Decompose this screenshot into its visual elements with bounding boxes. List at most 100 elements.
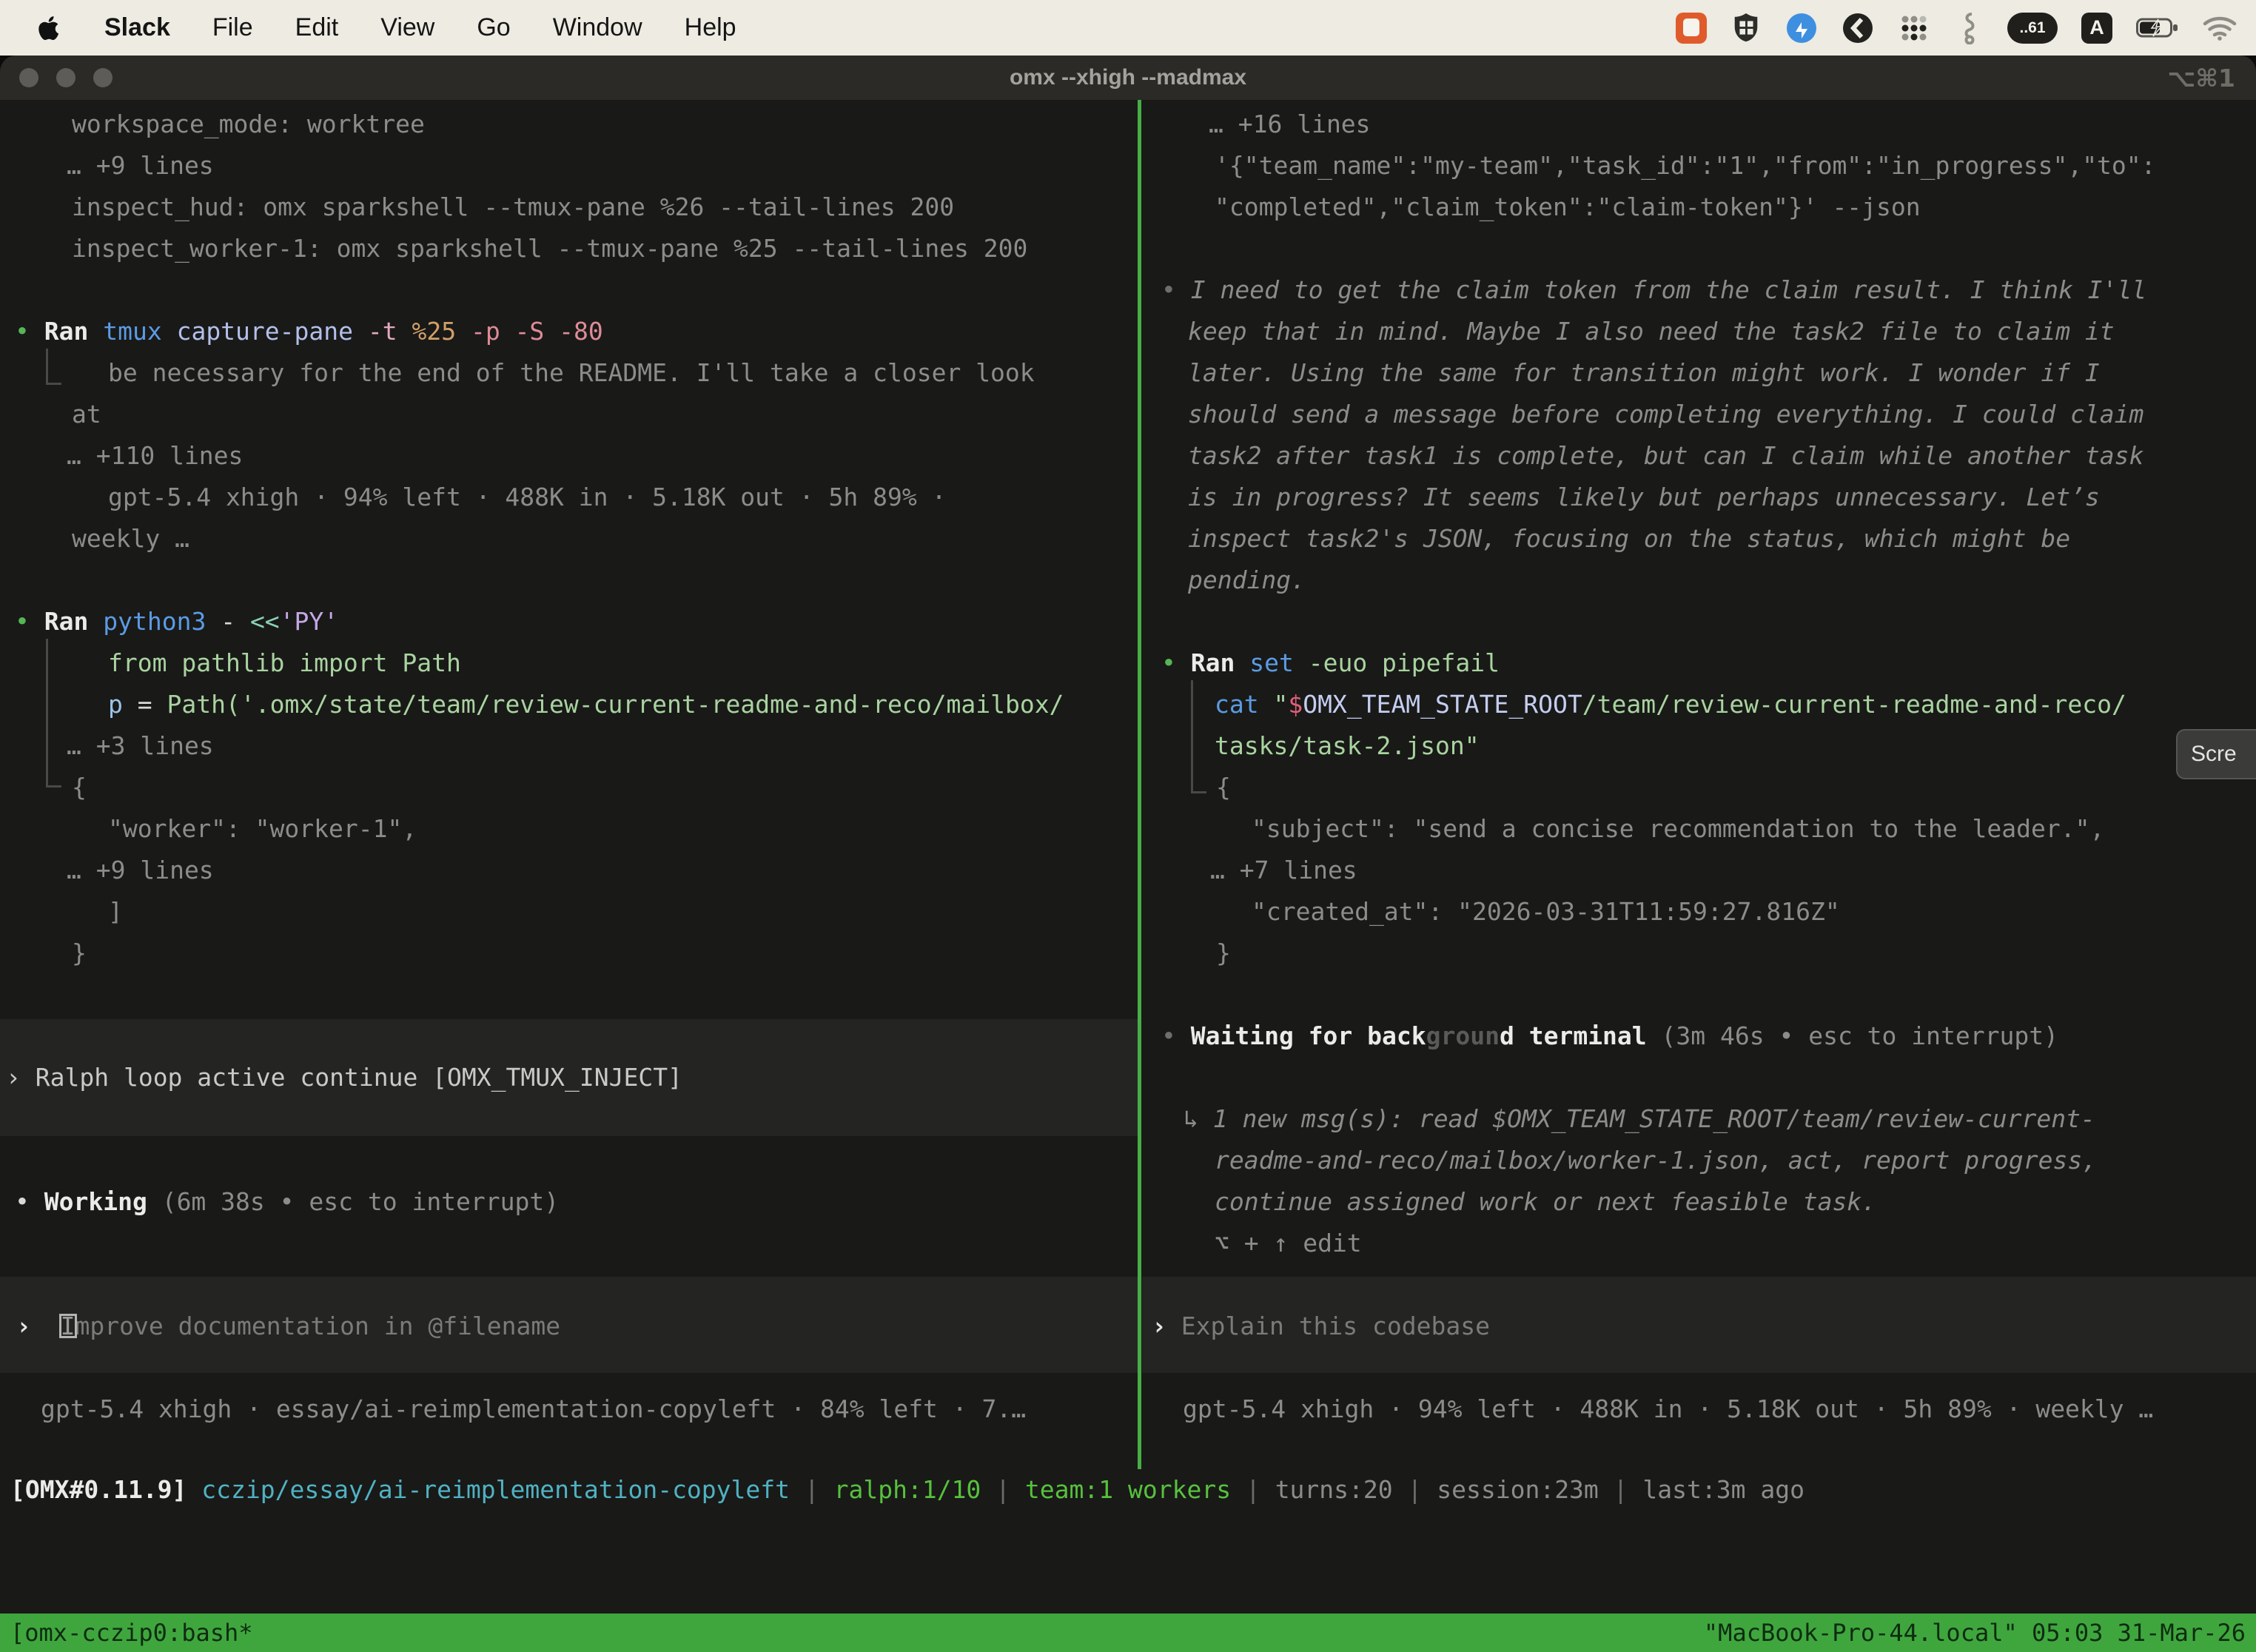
terminal-line: ⌥ + ↑ edit [1142, 1223, 2256, 1264]
menu-item-edit[interactable]: Edit [295, 13, 339, 42]
terminal-line: gpt-5.4 xhigh · 94% left · 488K in · 5.1… [1142, 1389, 2256, 1430]
close-window-button[interactable] [19, 68, 38, 87]
terminal-line: weekly … [0, 518, 1138, 560]
terminal-line: keep that in mind. Maybe I also need the… [1142, 311, 2256, 352]
dots-grid-icon[interactable] [1898, 12, 1930, 44]
terminal-line [0, 1140, 1138, 1181]
terminal-line: { [0, 767, 1138, 808]
terminal-line: task2 after task1 is complete, but can I… [1142, 435, 2256, 477]
terminal-line: • Waiting for background terminal (3m 46… [1142, 1015, 2256, 1057]
tmux-pane-left: workspace_mode: worktree… +9 linesinspec… [0, 100, 1138, 1469]
terminal-line: • Working (6m 38s • esc to interrupt) [0, 1181, 1138, 1223]
terminal-line: ] [0, 891, 1138, 933]
terminal-line: { [1142, 767, 2256, 808]
terminal-line: tasks/task-2.json" [1142, 725, 2256, 767]
terminal-line: inspect_worker-1: omx sparkshell --tmux-… [0, 228, 1138, 269]
terminal-line: [OMX#0.11.9] cczip/essay/ai-reimplementa… [0, 1469, 2256, 1511]
terminal-line: inspect_hud: omx sparkshell --tmux-pane … [0, 187, 1138, 228]
terminal-line: inspect task2's JSON, focusing on the st… [1142, 518, 2256, 560]
menu-item-window[interactable]: Window [553, 13, 642, 42]
terminal-line: › Improve documentation in @filename [0, 1306, 1138, 1347]
terminal-line: "created_at": "2026-03-31T11:59:27.816Z" [1142, 891, 2256, 933]
terminal-line [1142, 601, 2256, 642]
menu-bar-status-icons: ..61 A [1676, 11, 2237, 45]
terminal-line: at [0, 394, 1138, 435]
apple-menu-icon[interactable] [38, 14, 62, 42]
menu-item-file[interactable]: File [212, 13, 253, 42]
battery-icon[interactable] [2136, 17, 2179, 39]
zoom-window-button[interactable] [93, 68, 113, 87]
terminal-line: … +16 lines [1142, 104, 2256, 145]
terminal-line: should send a message before completing … [1142, 394, 2256, 435]
terminal-line: p = Path('.omx/state/team/review-current… [0, 684, 1138, 725]
tmux-host-clock-label: "MacBook-Pro-44.local" 05:03 31-Mar-26 [1704, 1619, 2246, 1647]
terminal-line [1142, 1057, 2256, 1098]
terminal-output-right: … +16 lines'{"team_name":"my-team","task… [1142, 104, 2256, 1430]
chat-app-icon[interactable] [1676, 13, 1707, 44]
wifi-icon[interactable] [2203, 15, 2237, 41]
tmux-status-bar: [omx-cczip0:bash* "MacBook-Pro-44.local"… [0, 1614, 2256, 1652]
screen: Slack File Edit View Go Window Help ..61 A [0, 0, 2256, 1652]
menu-item-go[interactable]: Go [477, 13, 510, 42]
terminal-line: › Ralph loop active continue [OMX_TMUX_I… [0, 1057, 1138, 1098]
terminal-line: … +3 lines [0, 725, 1138, 767]
terminal-window: omx --xhigh --madmax ⌥⌘1 workspace_mode:… [0, 56, 2256, 1652]
terminal-line: › Explain this codebase [1142, 1306, 2256, 1347]
terminal-line [0, 1015, 1138, 1057]
terminal-line [0, 560, 1138, 601]
terminal-line [0, 974, 1138, 1015]
terminal-line: … +110 lines [0, 435, 1138, 477]
terminal-line: gpt-5.4 xhigh · 94% left · 488K in · 5.1… [0, 477, 1138, 518]
menu-bar: Slack File Edit View Go Window Help ..61 A [0, 0, 2256, 56]
terminal-line [1142, 1264, 2256, 1306]
network-speed-icon[interactable] [1785, 12, 1818, 44]
minimize-window-button[interactable] [56, 68, 75, 87]
traffic-lights [19, 68, 113, 87]
menu-item-slack[interactable]: Slack [104, 13, 170, 42]
terminal-line: "subject": "send a concise recommendatio… [1142, 808, 2256, 850]
terminal-line: • Ran python3 - <<'PY' [0, 601, 1138, 642]
omx-status-line: [OMX#0.11.9] cczip/essay/ai-reimplementa… [0, 1469, 2256, 1511]
battery-percent-badge-icon[interactable]: ..61 [2007, 13, 2058, 44]
terminal-line: later. Using the same for transition mig… [1142, 352, 2256, 394]
tmux-session-label: [omx-cczip0:bash* [10, 1619, 253, 1647]
grid-shield-icon[interactable] [1730, 11, 1762, 45]
terminal-line: "worker": "worker-1", [0, 808, 1138, 850]
window-titlebar: omx --xhigh --madmax ⌥⌘1 [0, 56, 2256, 100]
hook-icon[interactable] [1954, 12, 1984, 44]
terminal-line: "completed","claim_token":"claim-token"}… [1142, 187, 2256, 228]
terminal-line: pending. [1142, 560, 2256, 601]
play-badge-icon[interactable] [1842, 12, 1874, 44]
assistant-a-icon[interactable]: A [2081, 13, 2112, 44]
terminal-line: … +9 lines [0, 850, 1138, 891]
terminal-line [1142, 1347, 2256, 1389]
terminal-line: ↳ 1 new msg(s): read $OMX_TEAM_STATE_ROO… [1142, 1098, 2256, 1140]
window-title: omx --xhigh --madmax [1010, 65, 1246, 90]
terminal-line: } [0, 933, 1138, 974]
terminal-line: • I need to get the claim token from the… [1142, 269, 2256, 311]
window-shortcut-hint: ⌥⌘1 [2167, 64, 2235, 93]
terminal-line: is in progress? It seems likely but perh… [1142, 477, 2256, 518]
tmux-terminal: workspace_mode: worktree… +9 linesinspec… [0, 100, 2256, 1614]
screen-overlay-tooltip: Scre [2176, 729, 2256, 779]
terminal-output-left: workspace_mode: worktree… +9 linesinspec… [0, 104, 1138, 1430]
terminal-line [1142, 228, 2256, 269]
terminal-line: readme-and-reco/mailbox/worker-1.json, a… [1142, 1140, 2256, 1181]
terminal-line: • Ran set -euo pipefail [1142, 642, 2256, 684]
menu-item-view[interactable]: View [380, 13, 434, 42]
terminal-line: … +9 lines [0, 145, 1138, 187]
terminal-line: gpt-5.4 xhigh · essay/ai-reimplementatio… [0, 1389, 1138, 1430]
terminal-line: } [1142, 933, 2256, 974]
terminal-line [0, 1347, 1138, 1389]
terminal-line [0, 1098, 1138, 1140]
terminal-line [1142, 974, 2256, 1015]
terminal-line [0, 269, 1138, 311]
terminal-line: cat "$OMX_TEAM_STATE_ROOT/team/review-cu… [1142, 684, 2256, 725]
menu-item-help[interactable]: Help [685, 13, 736, 42]
terminal-line [0, 1223, 1138, 1264]
tmux-pane-right: … +16 lines'{"team_name":"my-team","task… [1142, 100, 2256, 1469]
terminal-line [0, 1264, 1138, 1306]
terminal-line: workspace_mode: worktree [0, 104, 1138, 145]
terminal-line: … +7 lines [1142, 850, 2256, 891]
pane-divider[interactable] [1138, 100, 1141, 1469]
